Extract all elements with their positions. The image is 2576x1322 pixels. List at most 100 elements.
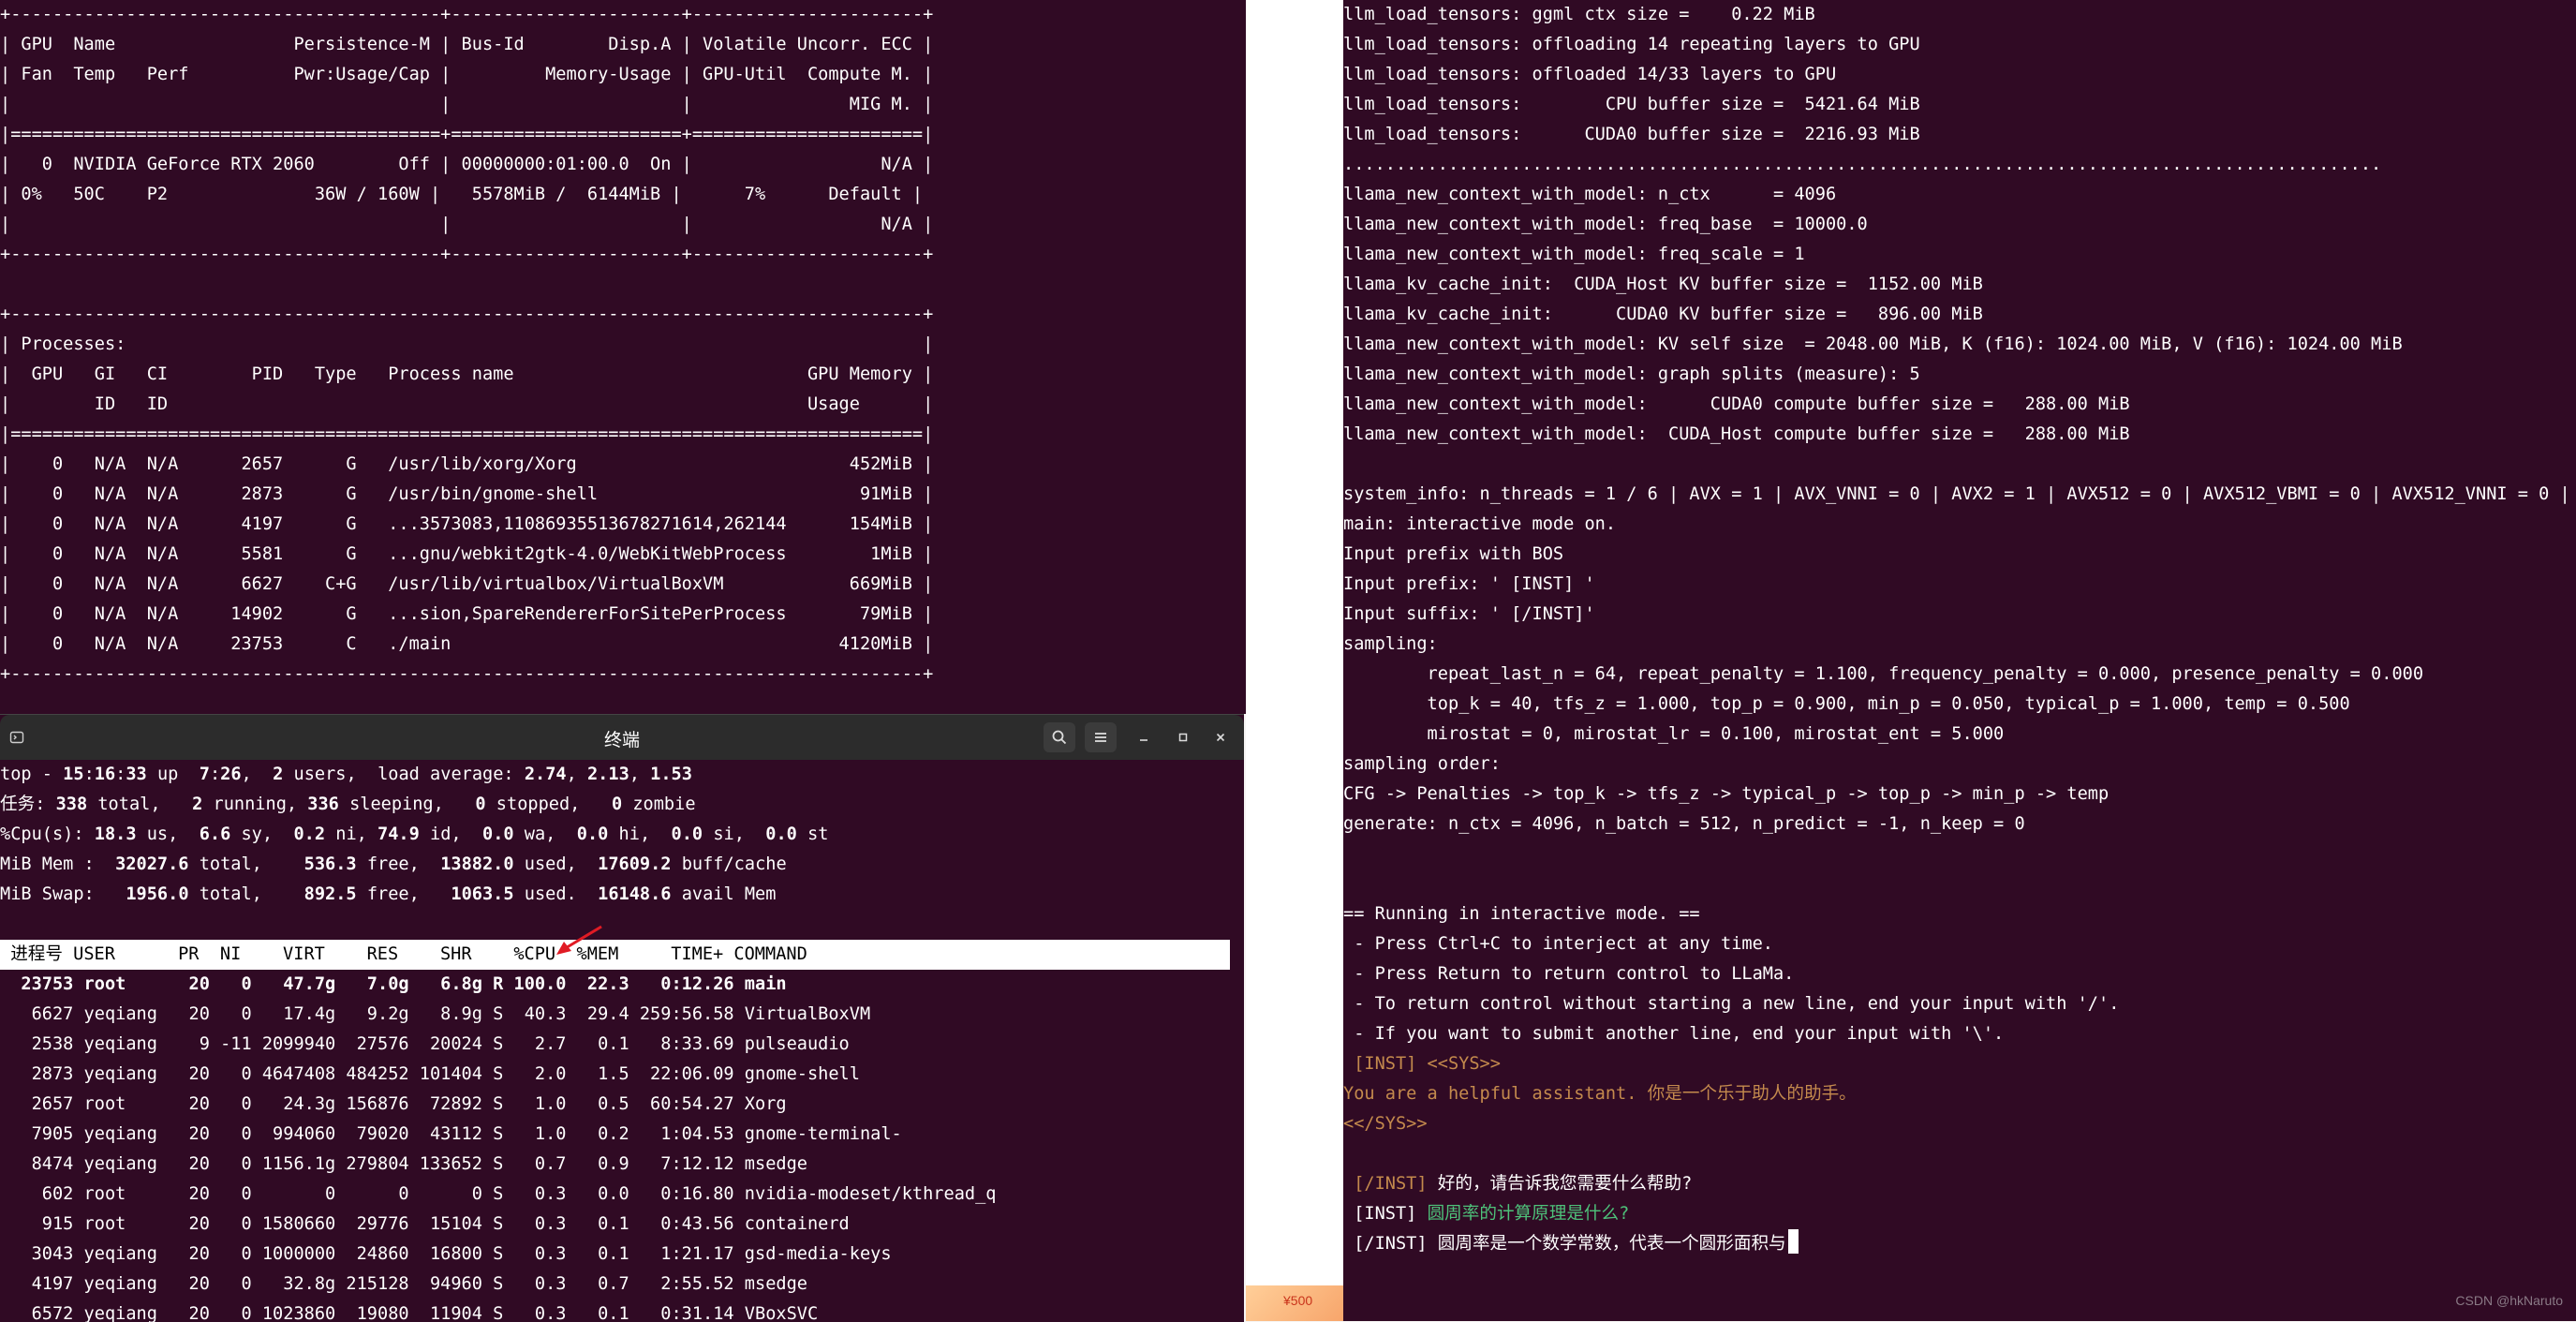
nvidia-line-21: | 0 N/A N/A 23753 C ./main 4120MiB | xyxy=(0,634,934,654)
nvidia-line-18: | 0 N/A N/A 5581 G ...gnu/webkit2gtk-4.0… xyxy=(0,544,934,564)
top-summary-line-1: 任务: 338 total, 2 running, 336 sleeping, … xyxy=(0,795,696,814)
top-output: top - 15:16:33 up 7:26, 2 users, load av… xyxy=(0,760,1244,1322)
annotation-arrow-icon xyxy=(556,925,602,955)
llama-log-line-1: llm_load_tensors: offloading 14 repeatin… xyxy=(1343,35,1920,54)
llama-log-line-17: main: interactive mode on. xyxy=(1343,514,1617,534)
watermark: CSDN @hkNaruto xyxy=(2455,1293,2563,1308)
llama-log-line-5: ........................................… xyxy=(1343,155,2382,174)
top-summary-line-3: MiB Mem : 32027.6 total, 536.3 free, 138… xyxy=(0,854,787,874)
llama-log-line-19: Input prefix: ' [INST] ' xyxy=(1343,574,1595,594)
process-row-8: 915 root 20 0 1580660 29776 15104 S 0.3 … xyxy=(0,1214,850,1234)
chat-transcript: [INST] <<SYS>> You are a helpful assista… xyxy=(1343,1049,2576,1259)
nvidia-line-16: | 0 N/A N/A 2873 G /usr/bin/gnome-shell … xyxy=(0,484,934,504)
process-row-0: 23753 root 20 0 47.7g 7.0g 6.8g R 100.0 … xyxy=(0,974,787,994)
llama-log-line-12: llama_new_context_with_model: graph spli… xyxy=(1343,364,1920,384)
llama-log-line-30: == Running in interactive mode. == xyxy=(1343,904,1700,924)
llama-log-line-32: - Press Return to return control to LLaM… xyxy=(1343,964,1795,984)
user-question: 圆周率的计算原理是什么? xyxy=(1416,1204,1630,1224)
nvidia-line-8: +---------------------------------------… xyxy=(0,245,934,264)
llama-log-line-9: llama_kv_cache_init: CUDA_Host KV buffer… xyxy=(1343,275,1983,294)
llama-log-line-27: generate: n_ctx = 4096, n_batch = 512, n… xyxy=(1343,814,2025,834)
top-summary-line-4: MiB Swap: 1956.0 total, 892.5 free, 1063… xyxy=(0,884,777,904)
nvidia-line-1: | GPU Name Persistence-M | Bus-Id Disp.A… xyxy=(0,35,934,54)
assistant-tag-3: [/INST] xyxy=(1343,1234,1428,1254)
window-titlebar[interactable]: 终端 xyxy=(0,715,1244,760)
sys-close-tag: <</SYS>> xyxy=(1343,1114,1428,1134)
top-terminal-window[interactable]: 终端 top - 15:16:33 up 7:26, 2 users, load… xyxy=(0,714,1244,1322)
sys-open-tag: [INST] <<SYS>> xyxy=(1343,1054,1501,1074)
nvidia-line-20: | 0 N/A N/A 14902 G ...sion,SpareRendere… xyxy=(0,604,934,624)
minimize-icon[interactable] xyxy=(1128,722,1160,752)
nvidia-line-3: | | | MIG M. | xyxy=(0,95,934,114)
llama-log-line-26: CFG -> Penalties -> top_k -> tfs_z -> ty… xyxy=(1343,784,2110,804)
llama-log-line-6: llama_new_context_with_model: n_ctx = 40… xyxy=(1343,185,1837,204)
nvidia-line-15: | 0 N/A N/A 2657 G /usr/lib/xorg/Xorg 45… xyxy=(0,454,934,474)
user-tag-2: [INST] xyxy=(1343,1204,1417,1224)
llama-log-line-18: Input prefix with BOS xyxy=(1343,544,1564,564)
nvidia-line-10: +---------------------------------------… xyxy=(0,305,934,324)
nvidia-line-17: | 0 N/A N/A 4197 G ...3573083,1108693551… xyxy=(0,514,934,534)
process-row-1: 6627 yeqiang 20 0 17.4g 9.2g 8.9g S 40.3… xyxy=(0,1004,871,1024)
llama-log-line-25: sampling order: xyxy=(1343,754,1501,774)
llama-log-line-34: - If you want to submit another line, en… xyxy=(1343,1024,2005,1044)
llama-log-line-11: llama_new_context_with_model: KV self si… xyxy=(1343,334,2403,354)
ad-thumbnail[interactable]: ¥500 xyxy=(1246,1285,1343,1321)
nvidia-line-13: | ID ID Usage | xyxy=(0,394,934,414)
llama-log-line-21: sampling: xyxy=(1343,634,1438,654)
top-summary: top - 15:16:33 up 7:26, 2 users, load av… xyxy=(0,760,1244,910)
nvidia-smi-output: +---------------------------------------… xyxy=(0,0,1246,690)
llama-log-line-3: llm_load_tensors: CPU buffer size = 5421… xyxy=(1343,95,1920,114)
hamburger-menu-icon[interactable] xyxy=(1085,722,1117,752)
ad-badge: ¥500 xyxy=(1283,1293,1313,1308)
process-row-2: 2538 yeqiang 9 -11 2099940 27576 20024 S… xyxy=(0,1034,850,1054)
llama-log-line-2: llm_load_tensors: offloaded 14/33 layers… xyxy=(1343,65,1837,84)
process-row-6: 8474 yeqiang 20 0 1156.1g 279804 133652 … xyxy=(0,1154,807,1174)
process-row-9: 3043 yeqiang 20 0 1000000 24860 16800 S … xyxy=(0,1244,892,1264)
process-table-header: 进程号 USER PR NI VIRT RES SHR %CPU %MEM TI… xyxy=(0,940,1230,970)
assistant-reply-streaming: 圆周率是一个数学常数，代表一个圆形面积与 xyxy=(1427,1234,1786,1254)
process-row-10: 4197 yeqiang 20 0 32.8g 215128 94960 S 0… xyxy=(0,1274,807,1294)
process-row-3: 2873 yeqiang 20 0 4647408 484252 101404 … xyxy=(0,1064,860,1084)
nvidia-line-6: | 0% 50C P2 36W / 160W | 5578MiB / 6144M… xyxy=(0,185,924,204)
nvidia-line-7: | | | N/A | xyxy=(0,215,934,234)
llama-log-output: llm_load_tensors: ggml ctx size = 0.22 M… xyxy=(1343,0,2576,1049)
llama-terminal[interactable]: llm_load_tensors: ggml ctx size = 0.22 M… xyxy=(1343,0,2576,1321)
llama-log-line-33: - To return control without starting a n… xyxy=(1343,994,2120,1014)
llama-log-line-16: system_info: n_threads = 1 / 6 | AVX = 1… xyxy=(1343,484,2570,504)
llama-log-line-20: Input suffix: ' [/INST]' xyxy=(1343,604,1595,624)
nvidia-line-0: +---------------------------------------… xyxy=(0,5,934,24)
nvidia-smi-terminal[interactable]: +---------------------------------------… xyxy=(0,0,1246,714)
process-row-7: 602 root 20 0 0 0 0 S 0.3 0.0 0:16.80 nv… xyxy=(0,1184,997,1204)
llama-log-line-7: llama_new_context_with_model: freq_base … xyxy=(1343,215,1868,234)
top-summary-line-0: top - 15:16:33 up 7:26, 2 users, load av… xyxy=(0,765,692,784)
nvidia-line-22: +---------------------------------------… xyxy=(0,664,934,684)
nvidia-line-14: |=======================================… xyxy=(0,424,934,444)
search-icon[interactable] xyxy=(1044,722,1075,752)
llama-log-line-23: top_k = 40, tfs_z = 1.000, top_p = 0.900… xyxy=(1343,694,2350,714)
process-row-5: 7905 yeqiang 20 0 994060 79020 43112 S 1… xyxy=(0,1124,902,1144)
llama-log-line-4: llm_load_tensors: CUDA0 buffer size = 22… xyxy=(1343,125,1920,144)
window-gap xyxy=(1246,0,1343,1321)
nvidia-line-12: | GPU GI CI PID Type Process name GPU Me… xyxy=(0,364,934,384)
nvidia-line-11: | Processes: | xyxy=(0,334,934,354)
llama-log-line-10: llama_kv_cache_init: CUDA0 KV buffer siz… xyxy=(1343,305,1983,324)
top-summary-line-2: %Cpu(s): 18.3 us, 6.6 sy, 0.2 ni, 74.9 i… xyxy=(0,824,829,844)
system-prompt: You are a helpful assistant. 你是一个乐于助人的助手… xyxy=(1343,1084,1857,1104)
llama-log-line-24: mirostat = 0, mirostat_lr = 0.100, miros… xyxy=(1343,724,2005,744)
llama-log-line-13: llama_new_context_with_model: CUDA0 comp… xyxy=(1343,394,2130,414)
assistant-tag-1: [/INST] xyxy=(1343,1174,1428,1194)
nvidia-line-19: | 0 N/A N/A 6627 C+G /usr/lib/virtualbox… xyxy=(0,574,934,594)
llama-log-line-8: llama_new_context_with_model: freq_scale… xyxy=(1343,245,1805,264)
nvidia-line-2: | Fan Temp Perf Pwr:Usage/Cap | Memory-U… xyxy=(0,65,934,84)
llama-log-line-22: repeat_last_n = 64, repeat_penalty = 1.1… xyxy=(1343,664,2424,684)
assistant-reply-1: 好的，请告诉我您需要什么帮助? xyxy=(1427,1174,1693,1194)
text-cursor xyxy=(1787,1229,1799,1254)
process-table: 23753 root 20 0 47.7g 7.0g 6.8g R 100.0 … xyxy=(0,970,1244,1322)
maximize-icon[interactable] xyxy=(1167,722,1199,752)
nvidia-line-5: | 0 NVIDIA GeForce RTX 2060 Off | 000000… xyxy=(0,155,934,174)
process-row-4: 2657 root 20 0 24.3g 156876 72892 S 1.0 … xyxy=(0,1094,787,1114)
top-blank-line xyxy=(0,910,1244,940)
llama-log-line-14: llama_new_context_with_model: CUDA_Host … xyxy=(1343,424,2130,444)
close-icon[interactable] xyxy=(1205,722,1236,752)
llama-log-line-0: llm_load_tensors: ggml ctx size = 0.22 M… xyxy=(1343,5,1815,24)
